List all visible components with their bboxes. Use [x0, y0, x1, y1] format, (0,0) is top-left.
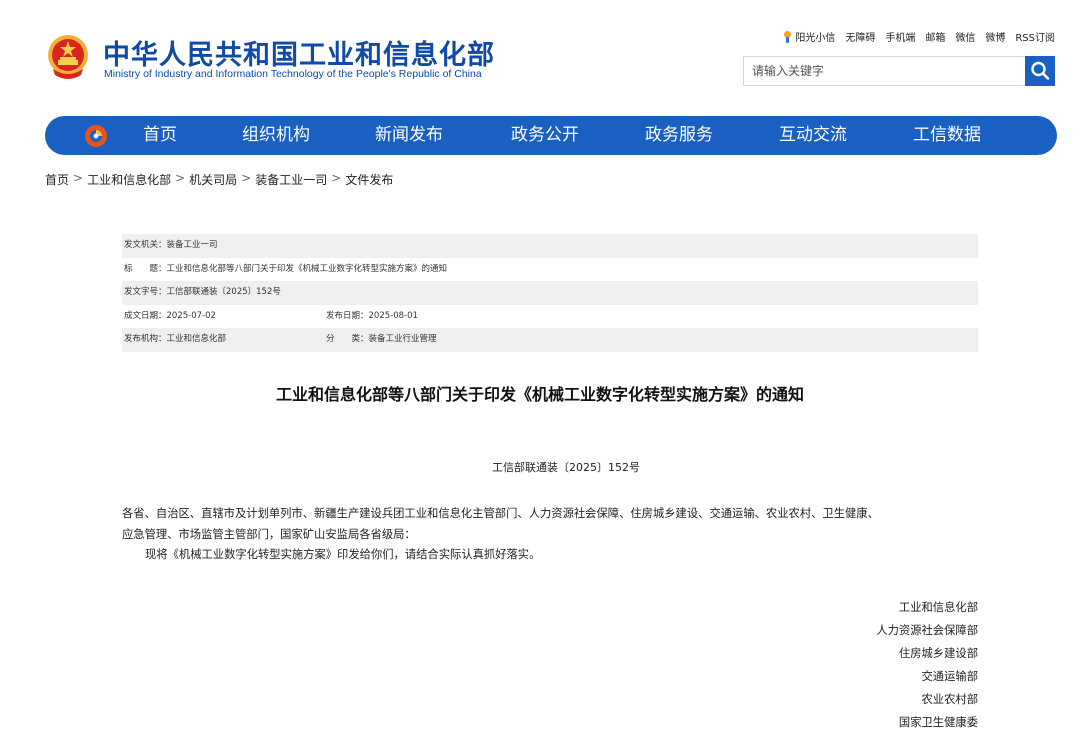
document-meta-table: 发文机关：装备工业一司 标 题：工业和信息化部等八部门关于印发《机械工业数字化转… [122, 234, 978, 352]
breadcrumb-department[interactable]: 装备工业一司 [255, 171, 327, 188]
search-button[interactable] [1025, 56, 1055, 86]
sunshine-mascot-icon [783, 30, 792, 43]
meta-issuer: 装备工业一司 [166, 240, 218, 250]
breadcrumb-separator: > [241, 171, 252, 185]
site-title: 中华人民共和国工业和信息化部 [103, 40, 495, 71]
main-nav: 首页 组织机构 新闻发布 政务公开 政务服务 互动交流 工信数据 [45, 116, 1057, 155]
signer: 工业和信息化部 [898, 601, 978, 614]
meta-label: 分 类： [326, 334, 369, 345]
article-title: 工业和信息化部等八部门关于印发《机械工业数字化转型实施方案》的通知 [275, 385, 804, 404]
nav-item-data[interactable]: 工信数据 [913, 116, 981, 155]
meta-row-org: 发布机构：工业和信息化部 分 类：装备工业行业管理 [122, 328, 978, 352]
meta-doc-no: 工信部联通装〔2025〕152号 [166, 287, 281, 298]
meta-title: 工业和信息化部等八部门关于印发《机械工业数字化转型实施方案》的通知 [166, 263, 448, 274]
meta-label: 发文字号： [124, 287, 167, 298]
breadcrumb: 首页 > 工业和信息化部 > 机关司局 > 装备工业一司 > 文件发布 [45, 171, 393, 188]
breadcrumb-ministry[interactable]: 工业和信息化部 [87, 171, 171, 188]
nav-item-government-affairs[interactable]: 政务公开 [511, 116, 579, 155]
search-input[interactable] [744, 57, 1024, 85]
signer: 人力资源社会保障部 [876, 624, 978, 637]
meta-created-date: 2025-07-02 [166, 310, 216, 321]
meta-published-date: 2025-08-01 [368, 310, 418, 321]
meta-label: 成文日期： [124, 310, 167, 321]
toplink-accessibility[interactable]: 无障碍 [845, 29, 875, 44]
body-paragraph: 现将《机械工业数字化转型实施方案》印发给你们，请结合实际认真抓好落实。 [145, 548, 541, 561]
meta-label: 发布日期： [326, 310, 369, 321]
toplink-weibo[interactable]: 微博 [985, 29, 1005, 44]
nav-item-government-services[interactable]: 政务服务 [645, 116, 713, 155]
top-links: 阳光小信 无障碍 手机端 邮箱 微信 微博 RSS订阅 [783, 29, 1055, 44]
meta-org: 工业和信息化部 [166, 334, 227, 345]
signers-list: 工业和信息化部 人力资源社会保障部 住房城乡建设部 交通运输部 农业农村部 国家… [876, 596, 978, 734]
signer: 交通运输部 [921, 670, 979, 683]
breadcrumb-separator: > [73, 171, 84, 185]
article-doc-number: 工信部联通装〔2025〕152号 [492, 461, 640, 474]
site-subtitle: Ministry of Industry and Information Tec… [104, 68, 482, 80]
national-emblem-icon [48, 35, 88, 79]
nav-item-home[interactable]: 首页 [143, 116, 177, 155]
breadcrumb-separator: > [175, 171, 186, 185]
addressee-line: 应急管理、市场监管主管部门，国家矿山安监局各省级局： [122, 527, 416, 541]
meta-label: 发布机构： [124, 334, 167, 345]
signer: 国家卫生健康委 [898, 716, 978, 729]
meta-label: 发文机关： [124, 240, 167, 250]
nav-item-interaction[interactable]: 互动交流 [779, 116, 847, 155]
nav-logo-icon [85, 125, 107, 147]
meta-label: 标 题： [124, 263, 167, 274]
toplink-rss[interactable]: RSS订阅 [1015, 29, 1055, 44]
toplink-mobile[interactable]: 手机端 [885, 29, 915, 44]
toplink-sunshine[interactable]: 阳光小信 [783, 29, 835, 44]
search-icon [1031, 61, 1050, 80]
addressee-line: 各省、自治区、直辖市及计划单列市、新疆生产建设兵团工业和信息化主管部门、人力资源… [122, 507, 879, 520]
nav-item-organization[interactable]: 组织机构 [242, 116, 310, 155]
site-header: 中华人民共和国工业和信息化部 Ministry of Industry and … [0, 0, 1080, 110]
meta-row-title: 标 题：工业和信息化部等八部门关于印发《机械工业数字化转型实施方案》的通知 [122, 258, 978, 282]
signer: 农业农村部 [921, 693, 979, 706]
breadcrumb-current[interactable]: 文件发布 [345, 171, 393, 188]
meta-row-doc-no: 发文字号：工信部联通装〔2025〕152号 [122, 281, 978, 305]
breadcrumb-departments[interactable]: 机关司局 [189, 171, 237, 188]
meta-row-dates: 成文日期：2025-07-02 发布日期：2025-08-01 [122, 305, 978, 329]
breadcrumb-separator: > [331, 171, 342, 185]
nav-item-news[interactable]: 新闻发布 [375, 116, 443, 155]
signer: 住房城乡建设部 [898, 647, 978, 660]
search-box [743, 56, 1055, 86]
meta-row-issuer: 发文机关：装备工业一司 [122, 234, 978, 258]
article-body: 各省、自治区、直辖市及计划单列市、新疆生产建设兵团工业和信息化主管部门、人力资源… [122, 504, 982, 566]
meta-category: 装备工业行业管理 [368, 334, 437, 345]
toplink-mail[interactable]: 邮箱 [925, 29, 945, 44]
toplink-wechat[interactable]: 微信 [955, 29, 975, 44]
toplink-label: 阳光小信 [795, 33, 836, 44]
breadcrumb-home[interactable]: 首页 [45, 171, 69, 188]
